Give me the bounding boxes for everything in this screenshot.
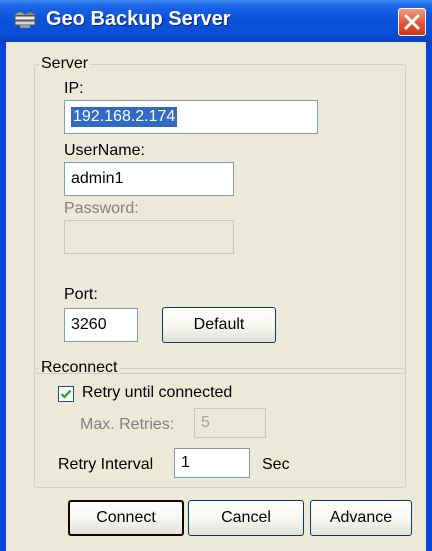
title-bar[interactable]: Geo Backup Server — [0, 0, 432, 42]
retry-label[interactable]: Retry until connected — [82, 384, 232, 402]
username-value: admin1 — [71, 170, 124, 187]
retry-interval-input[interactable]: 1 — [174, 448, 250, 478]
port-label: Port: — [64, 286, 98, 303]
close-button[interactable] — [398, 8, 426, 36]
retry-checkbox[interactable] — [58, 386, 74, 402]
password-input[interactable] — [64, 220, 234, 254]
window-title: Geo Backup Server — [46, 8, 231, 30]
port-input[interactable]: 3260 — [64, 308, 138, 342]
password-label: Password: — [64, 200, 139, 217]
server-group-legend: Server — [41, 55, 89, 72]
max-retries-input[interactable]: 5 — [194, 408, 266, 438]
port-value: 3260 — [71, 316, 107, 333]
ip-label: IP: — [64, 80, 84, 97]
seconds-unit-label: Sec — [262, 456, 290, 473]
connect-button[interactable]: Connect — [68, 500, 184, 536]
max-retries-label: Max. Retries: — [80, 416, 175, 433]
retry-interval-value: 1 — [181, 454, 190, 471]
cancel-button[interactable]: Cancel — [188, 500, 304, 536]
default-button[interactable]: Default — [162, 307, 276, 343]
ip-input[interactable]: 192.168.2.174 — [64, 100, 318, 134]
max-retries-value: 5 — [201, 414, 210, 431]
reconnect-group-legend: Reconnect — [41, 359, 118, 376]
advance-button[interactable]: Advance — [310, 500, 412, 536]
dialog-body: Server IP: 192.168.2.174 UserName: admin… — [6, 42, 426, 551]
server-icon — [12, 10, 38, 32]
dialog-window: Geo Backup Server Server IP: 192.168.2.1… — [0, 0, 432, 551]
retry-interval-label: Retry Interval — [58, 456, 154, 473]
username-input[interactable]: admin1 — [64, 162, 234, 196]
ip-value: 192.168.2.174 — [71, 107, 178, 127]
username-label: UserName: — [64, 142, 145, 159]
